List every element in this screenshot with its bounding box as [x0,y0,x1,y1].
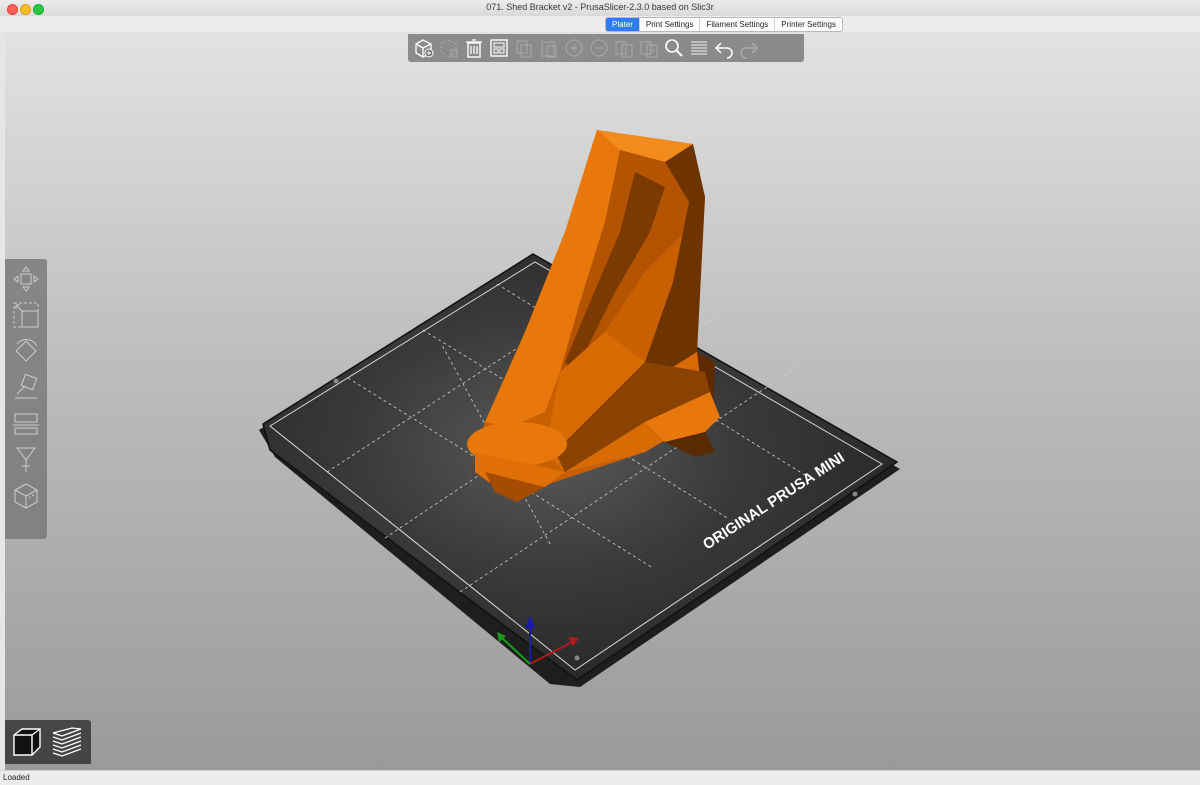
seam-painting-icon[interactable] [9,479,43,511]
add-icon[interactable] [412,37,435,60]
search-icon[interactable] [662,37,685,60]
copy-icon[interactable] [512,37,535,60]
scale-icon[interactable] [9,299,43,331]
undo-icon[interactable] [712,37,735,60]
tab-print-settings[interactable]: Print Settings [640,18,701,31]
tab-bar: Plater Print Settings Filament Settings … [0,16,1200,32]
3d-viewport[interactable]: ORIGINAL PRUSA MINI P [5,32,1200,770]
window-title: 071. Shed Bracket v2 - PrusaSlicer-2.3.0… [486,2,714,12]
paste-icon[interactable] [537,37,560,60]
top-toolbar: P [408,34,804,62]
move-icon[interactable] [9,263,43,295]
title-bar: 071. Shed Bracket v2 - PrusaSlicer-2.3.0… [0,0,1200,17]
status-bar: Loaded [0,770,1200,785]
redo-icon[interactable] [737,37,760,60]
place-on-face-icon[interactable] [9,371,43,403]
rotate-icon[interactable] [9,335,43,367]
svg-text:P: P [649,48,654,57]
arrange-icon[interactable] [487,37,510,60]
3d-view-icon[interactable] [9,723,45,761]
layers-editing-icon[interactable] [687,37,710,60]
tab-printer-settings[interactable]: Printer Settings [775,18,842,31]
delete-icon[interactable] [437,37,460,60]
add-instance-icon[interactable] [562,37,585,60]
gizmo-toolbar [5,259,47,539]
view-switcher [5,720,91,764]
cut-icon[interactable] [9,407,43,439]
remove-instance-icon[interactable] [587,37,610,60]
status-text: Loaded [3,773,30,782]
split-parts-icon[interactable]: P [637,37,660,60]
paint-supports-icon[interactable] [9,443,43,475]
scene: ORIGINAL PRUSA MINI [259,130,900,687]
tab-filament-settings[interactable]: Filament Settings [700,18,776,31]
tab-group: Plater Print Settings Filament Settings … [605,17,843,32]
tab-plater[interactable]: Plater [606,18,640,31]
delete-all-icon[interactable] [462,37,485,60]
split-objects-icon[interactable] [612,37,635,60]
preview-icon[interactable] [49,723,85,761]
